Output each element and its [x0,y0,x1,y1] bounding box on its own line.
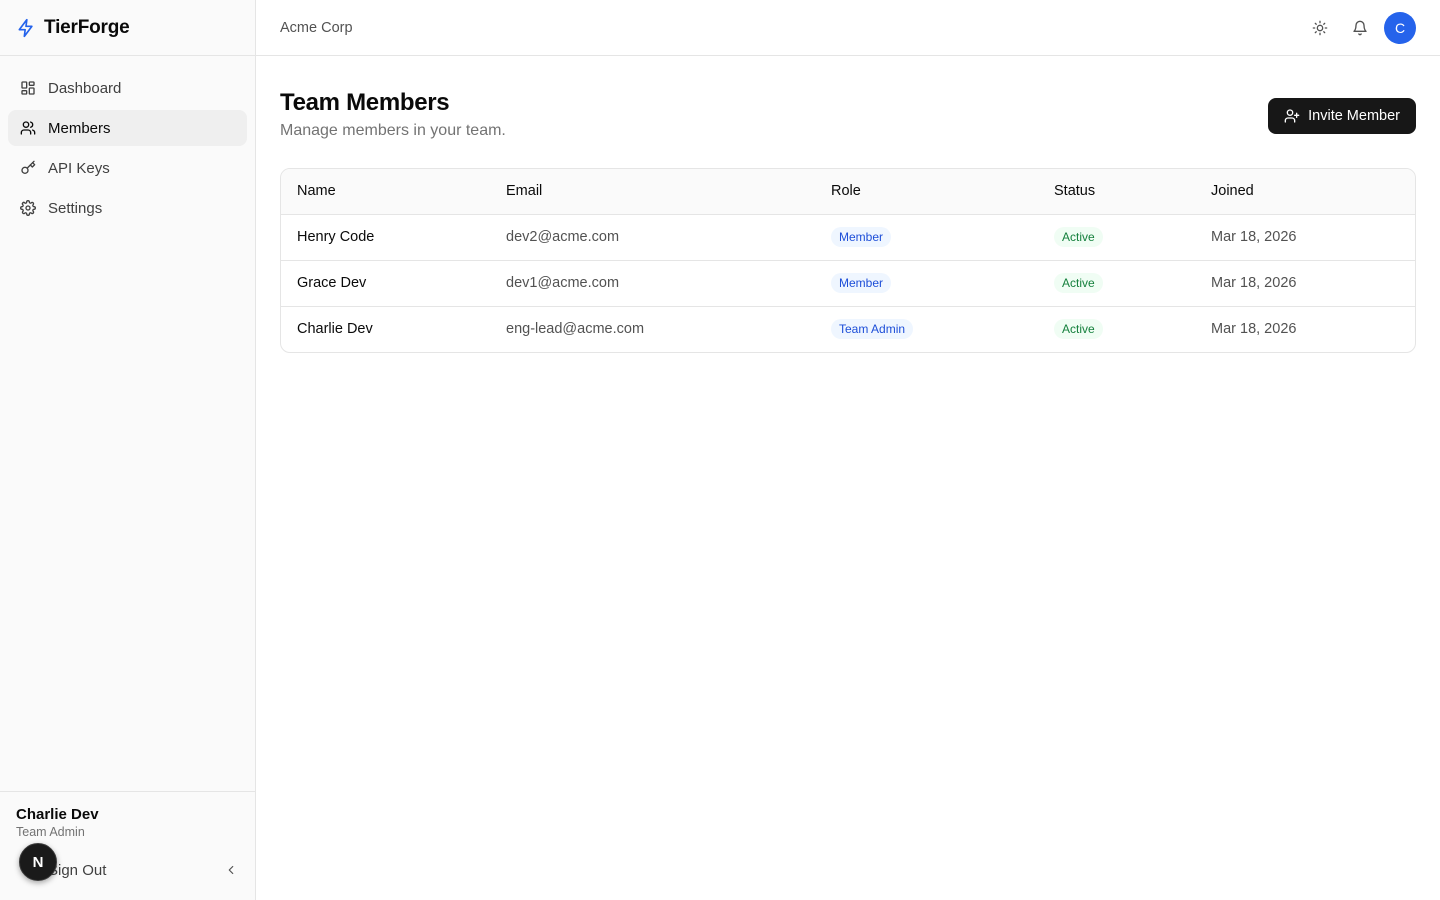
sidebar-nav: Dashboard Members API Keys Settings [0,56,255,226]
status-badge: Active [1054,273,1103,293]
member-name: Henry Code [281,214,490,261]
role-cell: Team Admin [815,306,1038,352]
invite-member-label: Invite Member [1308,108,1400,124]
sidebar-item-settings[interactable]: Settings [8,190,247,226]
status-badge: Active [1054,319,1103,340]
sun-icon[interactable] [1304,12,1336,44]
column-header-role: Role [815,169,1038,215]
column-header-name: Name [281,169,490,215]
sidebar-item-label: Members [48,119,111,137]
member-joined: Mar 18, 2026 [1195,260,1415,307]
invite-member-button[interactable]: Invite Member [1268,98,1416,134]
user-plus-icon [1284,108,1300,124]
member-email: eng-lead@acme.com [506,321,645,338]
member-joined: Mar 18, 2026 [1211,321,1297,338]
users-icon [20,120,36,136]
member-email: dev2@acme.com [490,214,815,261]
page-title: Team Members [280,89,450,116]
role-badge: Team Admin [831,319,914,340]
lightning-bolt-icon [16,18,36,38]
sidebar-item-label: API Keys [48,159,110,177]
member-joined: Mar 18, 2026 [1195,214,1415,261]
sidebar-item-label: Dashboard [48,79,122,97]
chevron-left-icon[interactable] [223,862,239,878]
avatar[interactable]: C [1384,12,1416,44]
column-header-email: Email [490,169,815,215]
current-user-role: Team Admin [16,825,85,839]
page-header: Team Members Manage members in your team… [280,56,1416,168]
member-email: dev1@acme.com [490,260,815,307]
member-name: Charlie Dev [297,321,373,338]
status-cell: Active [1038,260,1195,307]
dashboard-grid-icon [20,80,36,96]
table-header-row: Name Email Role Status Joined [281,169,1415,215]
topbar: Acme Corp C [256,0,1440,56]
table-row[interactable]: Grace Dev dev1@acme.com Member Active Ma… [281,260,1415,307]
role-cell: Member [815,260,1038,307]
status-badge: Active [1054,227,1103,247]
table-row[interactable]: Charlie Dev eng-lead@acme.com Team Admin… [281,306,1415,352]
brand-name: TierForge [44,16,130,38]
sidebar: TierForge Dashboard Members API Keys Set… [0,0,256,900]
role-badge: Member [831,273,892,293]
bell-icon[interactable] [1344,12,1376,44]
sidebar-item-label: Settings [48,199,103,217]
sidebar-item-members[interactable]: Members [8,110,247,146]
role-cell: Member [815,214,1038,261]
members-table: Name Email Role Status Joined Henry Code… [280,168,1416,353]
status-cell: Active [1038,214,1195,261]
page-subtitle: Manage members in your team. [280,122,506,139]
member-name: Grace Dev [281,260,490,307]
current-user-name: Charlie Dev [16,806,99,823]
brand[interactable]: TierForge [0,0,255,56]
role-badge: Member [831,227,892,247]
main-content: Team Members Manage members in your team… [280,56,1416,353]
column-header-joined: Joined [1195,169,1415,215]
dev-tools-badge[interactable]: N [19,843,57,881]
sidebar-item-dashboard[interactable]: Dashboard [8,70,247,106]
gear-icon [20,200,36,216]
status-cell: Active [1038,306,1195,352]
org-name[interactable]: Acme Corp [280,20,353,36]
topbar-actions: C [1296,12,1416,44]
sidebar-item-api-keys[interactable]: API Keys [8,150,247,186]
column-header-status: Status [1038,169,1195,215]
table-row[interactable]: Henry Code dev2@acme.com Member Active M… [281,214,1415,261]
key-icon [20,160,36,176]
